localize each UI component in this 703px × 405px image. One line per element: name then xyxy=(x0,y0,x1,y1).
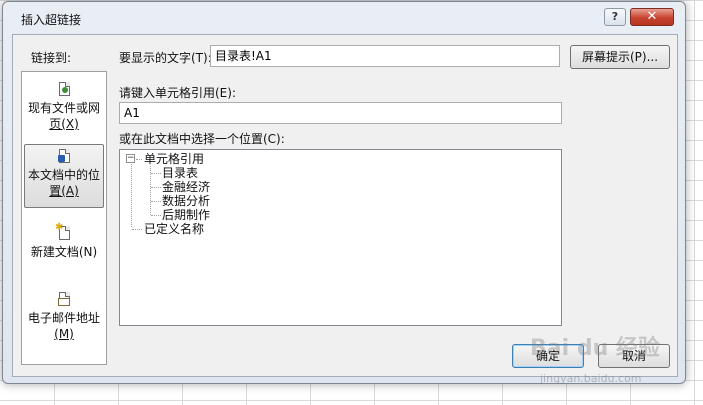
nav-existing-file-or-web-page[interactable]: 现有文件或网 页(X) xyxy=(24,78,104,136)
nav-existing-file-line1: 现有文件或网 xyxy=(27,101,100,115)
new-document-icon: ✱ xyxy=(55,223,71,242)
baidu-watermark-logo: Bai du 经验 xyxy=(530,336,660,361)
dialog-body: 链接到: 现有文件或网 页(X) 本文档中的位 置(A) ✱ 新建文档(N) 电… xyxy=(12,34,678,377)
email-icon xyxy=(57,292,71,308)
nav-email-line1: 电子邮件地址 xyxy=(27,311,100,325)
nav-place-in-this-document[interactable]: 本文档中的位 置(A) xyxy=(24,144,104,208)
nav-create-new-document[interactable]: ✱ 新建文档(N) xyxy=(24,220,104,272)
web-page-icon xyxy=(57,82,71,98)
screentip-button[interactable]: 屏幕提示(P)... xyxy=(570,45,670,69)
tree-node-sheet-2[interactable]: 金融经济 xyxy=(162,180,210,194)
nav-new-document-line1: 新建文档(N) xyxy=(30,245,98,259)
collapse-toggle-icon[interactable]: − xyxy=(126,154,135,163)
tree-node-defined-names[interactable]: 已定义名称 xyxy=(144,222,204,236)
tree-connector xyxy=(132,229,142,230)
link-to-panel: 现有文件或网 页(X) 本文档中的位 置(A) ✱ 新建文档(N) 电子邮件地址… xyxy=(21,71,107,365)
close-button[interactable]: ✕ xyxy=(630,8,674,26)
tree-connector xyxy=(151,201,161,202)
tree-connector xyxy=(131,164,132,227)
link-to-label: 链接到: xyxy=(31,51,72,65)
nav-place-line1: 本文档中的位 xyxy=(27,168,100,182)
tree-connector xyxy=(151,215,161,216)
tree-connector xyxy=(136,159,142,160)
baidu-watermark-url: jingyan.baidu.com xyxy=(540,372,642,385)
place-in-document-icon xyxy=(57,149,71,165)
tree-node-cell-reference[interactable]: 单元格引用 xyxy=(144,152,204,166)
nav-existing-file-line2: 页(X) xyxy=(49,117,79,131)
text-to-display-label: 要显示的文字(T): xyxy=(119,51,212,65)
place-in-document-tree[interactable]: − 单元格引用 目录表 金融经济 数据分析 后期制作 已定义名称 xyxy=(119,149,562,326)
title-bar[interactable]: 插入超链接 ? ✕ xyxy=(3,2,685,34)
nav-place-line2: 置(A) xyxy=(49,184,79,198)
help-button[interactable]: ? xyxy=(604,8,626,26)
cell-reference-label: 请键入单元格引用(E): xyxy=(119,86,236,100)
tree-node-sheet-3[interactable]: 数据分析 xyxy=(162,194,210,208)
nav-email-address[interactable]: 电子邮件地址 (M) xyxy=(24,286,104,346)
tree-connector xyxy=(151,187,161,188)
place-in-document-label: 或在此文档中选择一个位置(C): xyxy=(119,132,285,146)
tree-node-sheet-4[interactable]: 后期制作 xyxy=(162,208,210,222)
tree-node-sheet-1[interactable]: 目录表 xyxy=(162,166,198,180)
dialog-title: 插入超链接 xyxy=(21,13,82,27)
tree-connector xyxy=(151,173,161,174)
text-to-display-input[interactable]: 目录表!A1 xyxy=(210,45,560,67)
nav-email-line2: (M) xyxy=(54,327,74,341)
cell-reference-input[interactable]: A1 xyxy=(119,102,562,124)
insert-hyperlink-dialog: 插入超链接 ? ✕ 链接到: 现有文件或网 页(X) 本文档中的位 置(A) ✱… xyxy=(2,1,686,384)
